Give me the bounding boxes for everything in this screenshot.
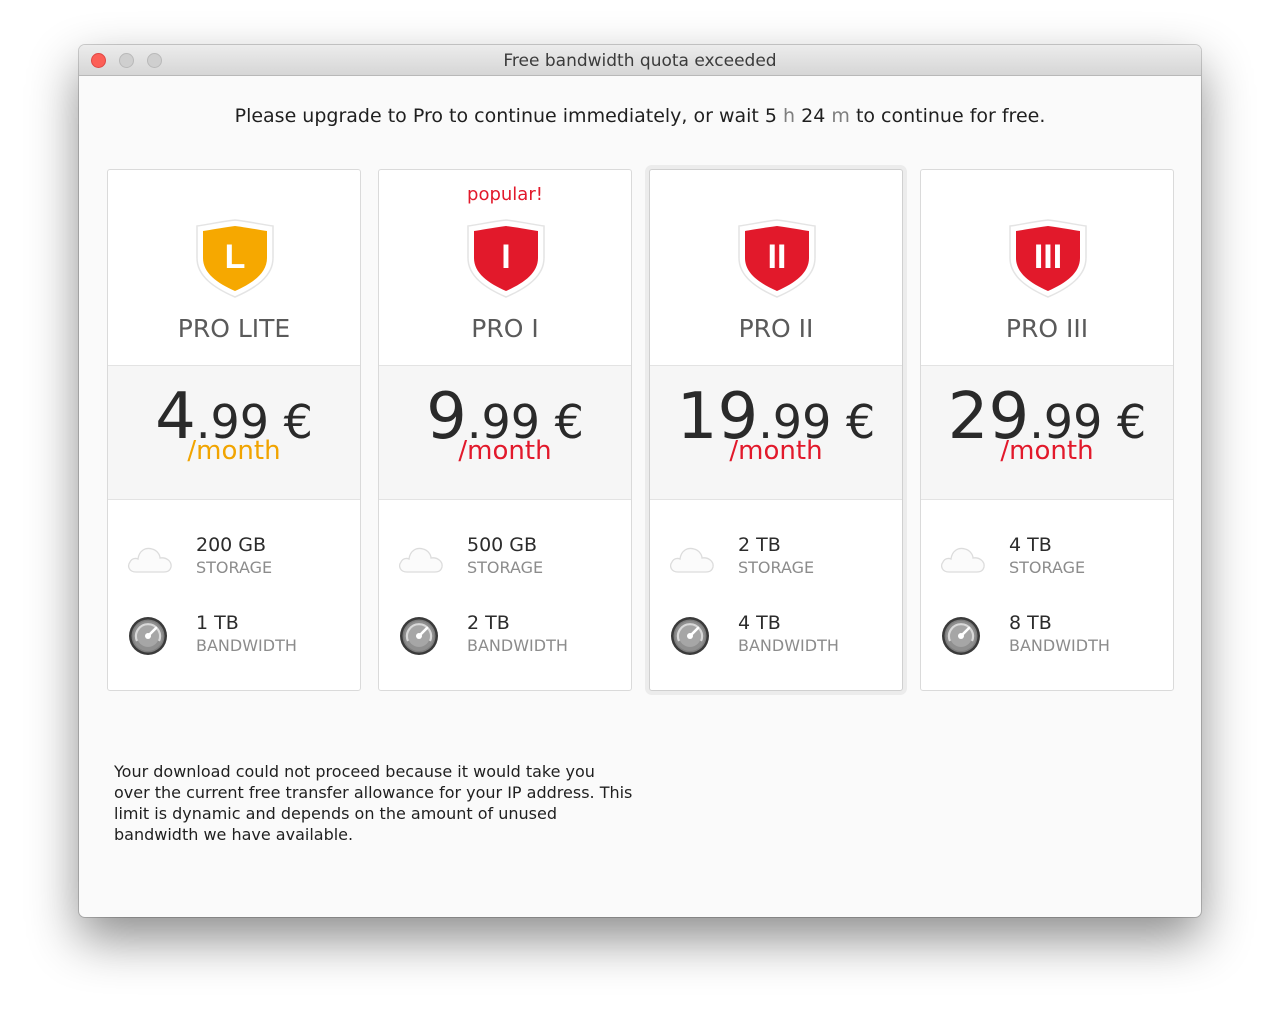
price-period: /month (1000, 436, 1094, 466)
speedometer-icon (668, 614, 716, 658)
cloud-icon (668, 536, 716, 580)
bandwidth-value: 8 TB (1009, 612, 1052, 634)
price-period: /month (729, 436, 823, 466)
plan-card-pro-lite[interactable]: L PRO LITE 4.99 € /month 200 GB STORAGE … (107, 169, 361, 691)
storage-feature: 2 TB STORAGE (668, 534, 888, 584)
storage-value: 2 TB (738, 534, 781, 556)
shield-letter: I (501, 238, 510, 276)
plan-name: PRO LITE (177, 314, 291, 343)
speedometer-icon (939, 614, 987, 658)
plan-name: PRO II (738, 314, 814, 343)
price-band: 9.99 € /month (379, 365, 631, 500)
bandwidth-value: 4 TB (738, 612, 781, 634)
bandwidth-label: BANDWIDTH (196, 636, 297, 655)
notice-suffix: to continue for free. (855, 105, 1046, 127)
storage-value: 4 TB (1009, 534, 1052, 556)
plan-card-pro-ii[interactable]: II PRO II 19.99 € /month 2 TB STORAGE 4 … (649, 169, 903, 691)
hours-unit: h (783, 105, 796, 127)
shield-letter: III (1034, 238, 1062, 276)
bandwidth-feature: 1 TB BANDWIDTH (126, 612, 346, 662)
cloud-icon (939, 536, 987, 580)
storage-value: 500 GB (467, 534, 538, 556)
minutes-unit: m (831, 105, 850, 127)
shield-letter: II (768, 238, 787, 276)
storage-label: STORAGE (467, 558, 544, 577)
storage-feature: 4 TB STORAGE (939, 534, 1159, 584)
storage-feature: 200 GB STORAGE (126, 534, 346, 584)
quota-window: Free bandwidth quota exceeded Please upg… (79, 45, 1201, 917)
plan-card-pro-iii[interactable]: III PRO III 29.99 € /month 4 TB STORAGE … (920, 169, 1174, 691)
popular-badge: popular! (467, 184, 543, 205)
cloud-icon (397, 536, 445, 580)
bandwidth-label: BANDWIDTH (1009, 636, 1110, 655)
plan-name: PRO III (1005, 314, 1089, 343)
storage-label: STORAGE (738, 558, 815, 577)
shield-icon: I (467, 219, 545, 298)
cloud-icon (126, 536, 174, 580)
price-band: 19.99 € /month (650, 365, 902, 500)
window-title: Free bandwidth quota exceeded (503, 51, 777, 71)
price-band: 29.99 € /month (921, 365, 1173, 500)
plan-name: PRO I (471, 314, 539, 343)
bandwidth-label: BANDWIDTH (467, 636, 568, 655)
bandwidth-value: 1 TB (196, 612, 239, 634)
bandwidth-label: BANDWIDTH (738, 636, 839, 655)
speedometer-icon (397, 614, 445, 658)
minutes-value: 24 (801, 105, 826, 127)
shield-icon: II (738, 219, 816, 298)
price-band: 4.99 € /month (108, 365, 360, 500)
shield-icon: L (196, 219, 274, 298)
plan-card-pro-i[interactable]: popular! I PRO I 9.99 € /month 500 GB ST… (378, 169, 632, 691)
storage-feature: 500 GB STORAGE (397, 534, 617, 584)
bandwidth-feature: 4 TB BANDWIDTH (668, 612, 888, 662)
bandwidth-value: 2 TB (467, 612, 510, 634)
storage-label: STORAGE (196, 558, 273, 577)
storage-label: STORAGE (1009, 558, 1086, 577)
shield-letter: L (225, 238, 246, 276)
bandwidth-feature: 8 TB BANDWIDTH (939, 612, 1159, 662)
upgrade-notice: Please upgrade to Pro to continue immedi… (79, 105, 1201, 127)
price-period: /month (187, 436, 281, 466)
notice-prefix: Please upgrade to Pro to continue immedi… (234, 105, 777, 127)
quota-explanation: Your download could not proceed because … (114, 762, 633, 844)
bandwidth-feature: 2 TB BANDWIDTH (397, 612, 617, 662)
price-period: /month (458, 436, 552, 466)
speedometer-icon (126, 614, 174, 658)
title-bar: Free bandwidth quota exceeded (79, 45, 1201, 76)
storage-value: 200 GB (196, 534, 267, 556)
shield-icon: III (1009, 219, 1087, 298)
